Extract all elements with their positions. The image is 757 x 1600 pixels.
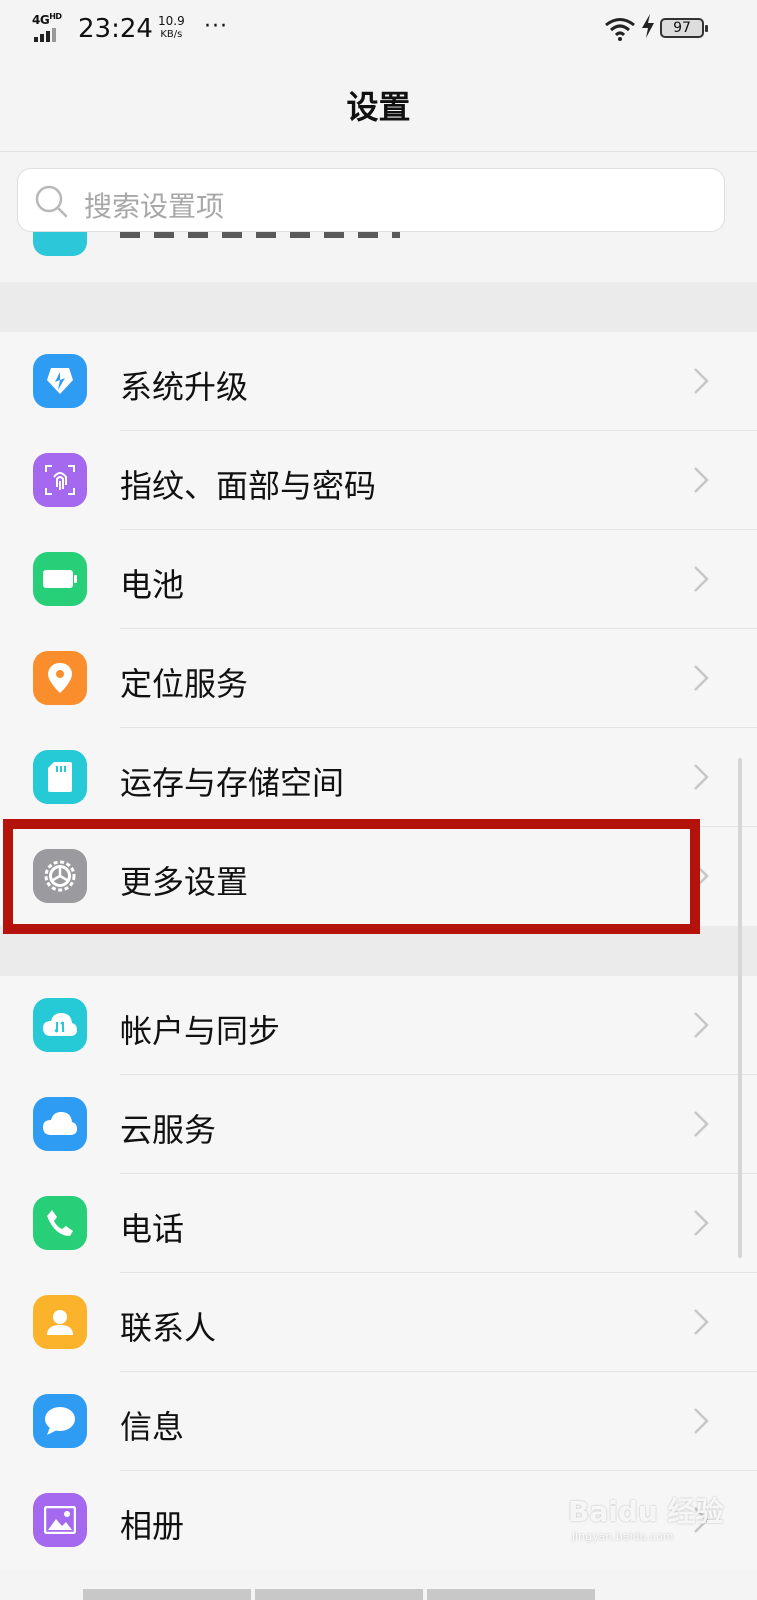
chevron-right-icon [692,663,710,697]
settings-item-label: 相册 [120,1507,185,1545]
settings-item-label: 定位服务 [120,665,249,703]
settings-item-label: 系统升级 [120,368,249,406]
settings-item-label: 联系人 [120,1309,217,1347]
contacts-icon [33,1295,87,1349]
phone-icon [33,1196,87,1250]
settings-item-system-upgrade[interactable]: 系统升级 [0,332,757,431]
album-icon [33,1493,87,1547]
cellular-signal-icon: 4GHD [32,12,68,42]
search-icon [34,184,70,224]
settings-item-label: 指纹、面部与密码 [120,467,377,505]
storage-icon [33,750,87,804]
chevron-right-icon [692,465,710,499]
chevron-right-icon [692,366,710,400]
cloud-icon [33,1097,87,1151]
battery-icon [33,552,87,606]
settings-item-phone[interactable]: 电话 [0,1174,757,1273]
chevron-right-icon [692,1109,710,1143]
fingerprint-icon [33,453,87,507]
baidu-watermark: Baidu 经验 [568,1495,724,1528]
network-speed: 10.9 KB/s [158,15,185,41]
account-sync-icon [33,998,87,1052]
settings-item-location[interactable]: 定位服务 [0,629,757,728]
settings-item-label: 电池 [120,566,185,604]
wifi-icon [604,17,636,45]
settings-item-contacts[interactable]: 联系人 [0,1273,757,1372]
settings-item-label: 运存与存储空间 [120,764,345,802]
chevron-right-icon [692,1208,710,1242]
network-type: 4G [32,13,50,27]
status-time: 23:24 [78,14,153,44]
settings-item-label: 云服务 [120,1111,217,1149]
partial-item-label [120,232,400,238]
chevron-right-icon [692,1406,710,1440]
highlight-box [3,819,700,934]
header-divider [0,151,757,152]
settings-item-account-sync[interactable]: 帐户与同步 [0,976,757,1075]
chevron-right-icon [692,1010,710,1044]
search-input[interactable]: 搜索设置项 [17,168,725,232]
more-notifications-icon: ··· [204,14,228,39]
settings-item-messages[interactable]: 信息 [0,1372,757,1471]
settings-group-accounts: 帐户与同步 云服务 电话 联系人 信息 相册 [0,976,757,1570]
search-placeholder: 搜索设置项 [84,190,225,223]
chevron-right-icon [692,564,710,598]
settings-item-label: 帐户与同步 [120,1012,281,1050]
chevron-right-icon [692,762,710,796]
chevron-right-icon [692,1307,710,1341]
location-icon [33,651,87,705]
battery-level: 97 [660,18,708,38]
message-icon [33,1394,87,1448]
partial-item-icon [33,232,87,256]
network-speed-value: 10.9 [158,14,185,28]
list-item-partial[interactable] [0,232,757,282]
settings-item-fingerprint-face-password[interactable]: 指纹、面部与密码 [0,431,757,530]
baidu-watermark-url: jingyan.baidu.com [572,1530,674,1543]
page-title: 设置 [346,88,411,126]
settings-item-battery[interactable]: 电池 [0,530,757,629]
status-bar: 4GHD 23:24 10.9 KB/s ··· 97 [0,0,757,58]
network-hd-label: HD [49,12,62,21]
scrollbar[interactable] [738,758,742,1258]
section-gap [0,282,757,332]
settings-item-label: 信息 [120,1408,185,1446]
settings-item-cloud-service[interactable]: 云服务 [0,1075,757,1174]
settings-item-storage[interactable]: 运存与存储空间 [0,728,757,827]
settings-item-label: 电话 [120,1210,185,1248]
system-upgrade-icon [33,354,87,408]
network-speed-unit: KB/s [160,29,183,40]
bottom-indicator [83,1589,595,1600]
charging-icon [641,14,655,44]
